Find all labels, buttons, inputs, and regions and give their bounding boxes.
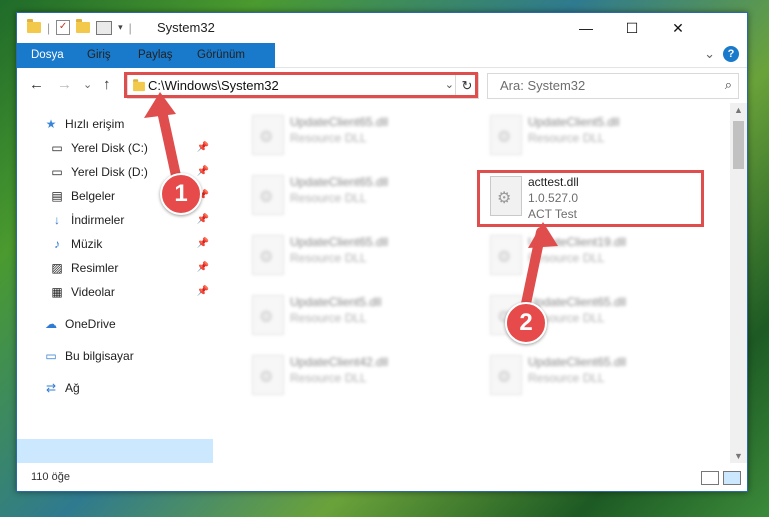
dll-file-icon [252,115,284,155]
up-arrow-icon[interactable]: ↑ [103,76,111,93]
status-bar: 110 öğe [17,465,747,491]
downloads-icon: ↓ [54,213,60,227]
file-item[interactable]: UpdateClient65.dll Resource DLL [480,351,710,399]
new-folder-icon[interactable] [76,19,91,33]
file-name: acttest.dll [528,175,579,189]
step-2-badge: 2 [505,302,547,344]
sidebar-item-quick-access[interactable]: ★ Hızlı erişim [43,113,125,135]
selected-item-highlight [17,439,213,463]
large-icons-view-icon[interactable] [723,471,741,485]
tab-view[interactable]: Görünüm [183,43,259,67]
dll-file-icon [490,176,522,216]
title-bar: | ✓ ▾ | System32 — ☐ ✕ [17,13,747,43]
step-1-badge: 1 [160,173,202,215]
address-highlight-box [124,72,478,98]
sidebar-item-local-disk-c[interactable]: ▭ Yerel Disk (C:) 📌 [49,137,209,159]
scroll-up-icon[interactable]: ▲ [734,105,743,115]
quick-access-toolbar: | ✓ ▾ | [27,19,132,35]
star-icon: ★ [45,117,57,131]
window-title: System32 [157,20,215,35]
sidebar-item-videos[interactable]: ▦ Videolar 📌 [49,281,209,303]
pin-icon[interactable]: 📌 [197,281,209,303]
file-item[interactable]: UpdateClient5.dll Resource DLL [480,111,710,159]
sidebar-item-music[interactable]: ♪ Müzik 📌 [49,233,209,255]
search-icon[interactable]: ⌕ [725,77,732,93]
help-icon[interactable]: ? [723,46,739,62]
network-icon: ⇄ [45,381,57,395]
close-button[interactable]: ✕ [655,13,701,43]
sidebar-item-this-pc[interactable]: ▭ Bu bilgisayar [43,345,133,367]
drive-icon: ▭ [51,141,63,155]
pin-icon[interactable]: 📌 [197,257,209,279]
vertical-scrollbar[interactable]: ▲ ▼ [730,103,747,463]
sidebar-item-pictures[interactable]: ▨ Resimler 📌 [49,257,209,279]
pin-icon[interactable]: 📌 [197,233,209,255]
file-version: 1.0.527.0 [528,191,579,205]
back-arrow-icon[interactable]: ← [29,76,44,93]
file-description: ACT Test [528,207,577,221]
pictures-icon: ▨ [51,261,63,275]
dll-file-icon [490,235,522,275]
expand-ribbon-icon[interactable]: ⌄ [704,46,715,62]
item-count: 110 öğe [31,471,70,483]
recent-locations-icon[interactable]: ⌄ [83,78,92,91]
properties-icon[interactable] [96,20,113,35]
scrollbar-thumb[interactable] [733,121,744,169]
pin-icon[interactable]: 📌 [197,137,209,159]
properties-check-icon[interactable]: ✓ [56,20,71,35]
forward-arrow-icon[interactable]: → [57,76,72,93]
music-icon: ♪ [54,237,60,251]
file-item-acttest[interactable]: acttest.dll 1.0.527.0 ACT Test [480,174,710,222]
file-item[interactable]: UpdateClient5.dll Resource DLL [242,291,472,339]
maximize-button[interactable]: ☐ [609,13,655,43]
explorer-window: | ✓ ▾ | System32 — ☐ ✕ Dosya Giriş Payla… [16,12,748,492]
dll-file-icon [252,235,284,275]
dll-file-icon [252,175,284,215]
sidebar-item-onedrive[interactable]: ☁ OneDrive [43,313,116,335]
details-view-icon[interactable] [701,471,719,485]
target-file-highlight-box: acttest.dll 1.0.527.0 ACT Test [477,170,704,227]
file-item[interactable]: UpdateClient42.dll Resource DLL [242,351,472,399]
folder-icon [27,19,41,33]
dll-file-icon [252,295,284,335]
dll-file-icon [252,355,284,395]
file-item[interactable]: UpdateClient65.dll Resource DLL [242,111,472,159]
pin-icon[interactable]: 📌 [197,209,209,231]
navigation-pane: ★ Hızlı erişim ▭ Yerel Disk (C:) 📌 ▭ Yer… [17,109,213,463]
search-input[interactable]: Ara: System32 [500,78,585,93]
file-item[interactable]: UpdateClient19.dll Resource DLL [480,231,710,279]
dll-file-icon [490,115,522,155]
file-list: UpdateClient65.dll Resource DLL UpdateCl… [222,103,729,463]
search-box[interactable]: Ara: System32 ⌕ [487,73,739,99]
documents-icon: ▤ [51,189,63,203]
minimize-button[interactable]: — [563,13,609,43]
tab-home[interactable]: Giriş [73,43,125,67]
drive-icon: ▭ [51,165,63,179]
scroll-down-icon[interactable]: ▼ [734,451,743,461]
computer-icon: ▭ [45,349,57,363]
ribbon: Dosya Giriş Paylaş Görünüm ⌄ ? [17,43,747,91]
customize-dropdown-icon[interactable]: ▾ [118,22,123,33]
sidebar-item-network[interactable]: ⇄ Ağ [43,377,80,399]
cloud-icon: ☁ [45,317,57,331]
file-item[interactable]: UpdateClient65.dll Resource DLL [242,171,472,219]
file-item[interactable]: UpdateClient65.dll Resource DLL [242,231,472,279]
pin-icon[interactable]: 📌 [197,161,209,183]
tab-share[interactable]: Paylaş [124,43,187,67]
dll-file-icon [490,355,522,395]
videos-icon: ▦ [51,285,63,299]
